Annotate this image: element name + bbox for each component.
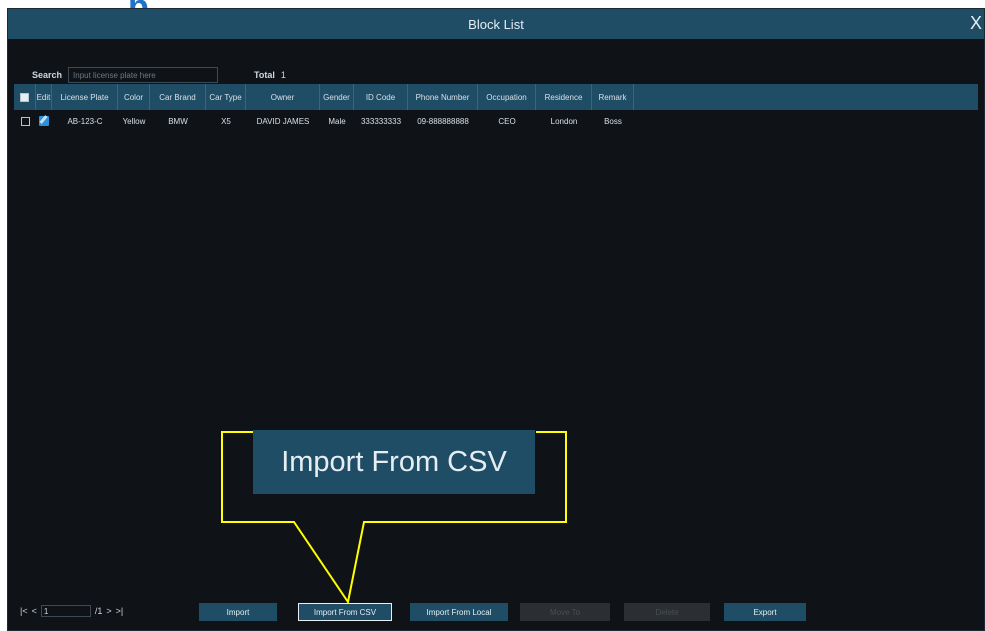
table-header: Edit License Plate Color Car Brand Car T…: [14, 84, 978, 110]
cell-residence: London: [550, 116, 578, 126]
column-header-id-code: ID Code: [354, 84, 408, 110]
edit-cell: [36, 110, 52, 132]
export-button[interactable]: Export: [724, 603, 806, 621]
cell-phone-number: 09-888888888: [417, 116, 469, 126]
previous-page-icon[interactable]: <: [32, 606, 37, 616]
search-bar: Search Total 1: [32, 67, 286, 83]
bottom-toolbar: |< < /1 > >| Import Import From CSV Impo…: [14, 601, 978, 623]
total-count: 1: [280, 70, 286, 80]
last-page-icon[interactable]: >|: [116, 606, 124, 616]
select-all-cell: [14, 84, 36, 110]
move-to-button[interactable]: Move To: [520, 603, 610, 621]
cell-license-plate: AB-123-C: [67, 116, 103, 126]
search-input[interactable]: [68, 67, 219, 83]
column-header-car-brand: Car Brand: [150, 84, 206, 110]
column-header-remark: Remark: [592, 84, 634, 110]
select-all-checkbox[interactable]: [20, 92, 29, 102]
callout-import-from-csv: Import From CSV: [253, 430, 535, 494]
cell-occupation: CEO: [498, 116, 516, 126]
column-header-occupation: Occupation: [478, 84, 536, 110]
column-header-color: Color: [118, 84, 150, 110]
title-bar: Block List X: [8, 9, 984, 39]
window-title: Block List: [468, 16, 524, 32]
page-number-input[interactable]: [40, 605, 91, 617]
block-list-table: Edit License Plate Color Car Brand Car T…: [14, 84, 978, 132]
import-from-csv-button[interactable]: Import From CSV: [298, 603, 392, 621]
close-icon[interactable]: X: [970, 13, 984, 34]
cell-id-code: 333333333: [360, 116, 402, 126]
pagination: |< < /1 > >|: [20, 605, 123, 617]
delete-button[interactable]: Delete: [624, 603, 710, 621]
row-checkbox[interactable]: [20, 116, 30, 126]
total-label: Total: [254, 70, 275, 80]
next-page-icon[interactable]: >: [106, 606, 111, 616]
cell-remark: Boss: [604, 116, 622, 126]
edit-icon[interactable]: [39, 116, 49, 126]
cell-owner: DAVID JAMES: [256, 116, 310, 126]
row-select-cell: [14, 110, 36, 132]
column-header-owner: Owner: [246, 84, 320, 110]
import-from-local-button[interactable]: Import From Local: [410, 603, 508, 621]
column-header-gender: Gender: [320, 84, 354, 110]
cell-color: Yellow: [122, 116, 146, 126]
column-header-edit: Edit: [36, 84, 52, 110]
column-header-license-plate: License Plate: [52, 84, 118, 110]
cell-car-brand: BMW: [168, 116, 188, 126]
cell-car-type: X5: [221, 116, 231, 126]
table-row[interactable]: AB-123-C Yellow BMW X5 DAVID JAMES Male …: [14, 110, 978, 132]
total-pages: /1: [94, 606, 103, 616]
import-button[interactable]: Import: [199, 603, 277, 621]
search-label: Search: [32, 70, 63, 80]
cell-gender: Male: [328, 116, 346, 126]
first-page-icon[interactable]: |<: [20, 606, 28, 616]
column-header-car-type: Car Type: [206, 84, 246, 110]
column-header-residence: Residence: [536, 84, 592, 110]
column-header-phone-number: Phone Number: [408, 84, 478, 110]
